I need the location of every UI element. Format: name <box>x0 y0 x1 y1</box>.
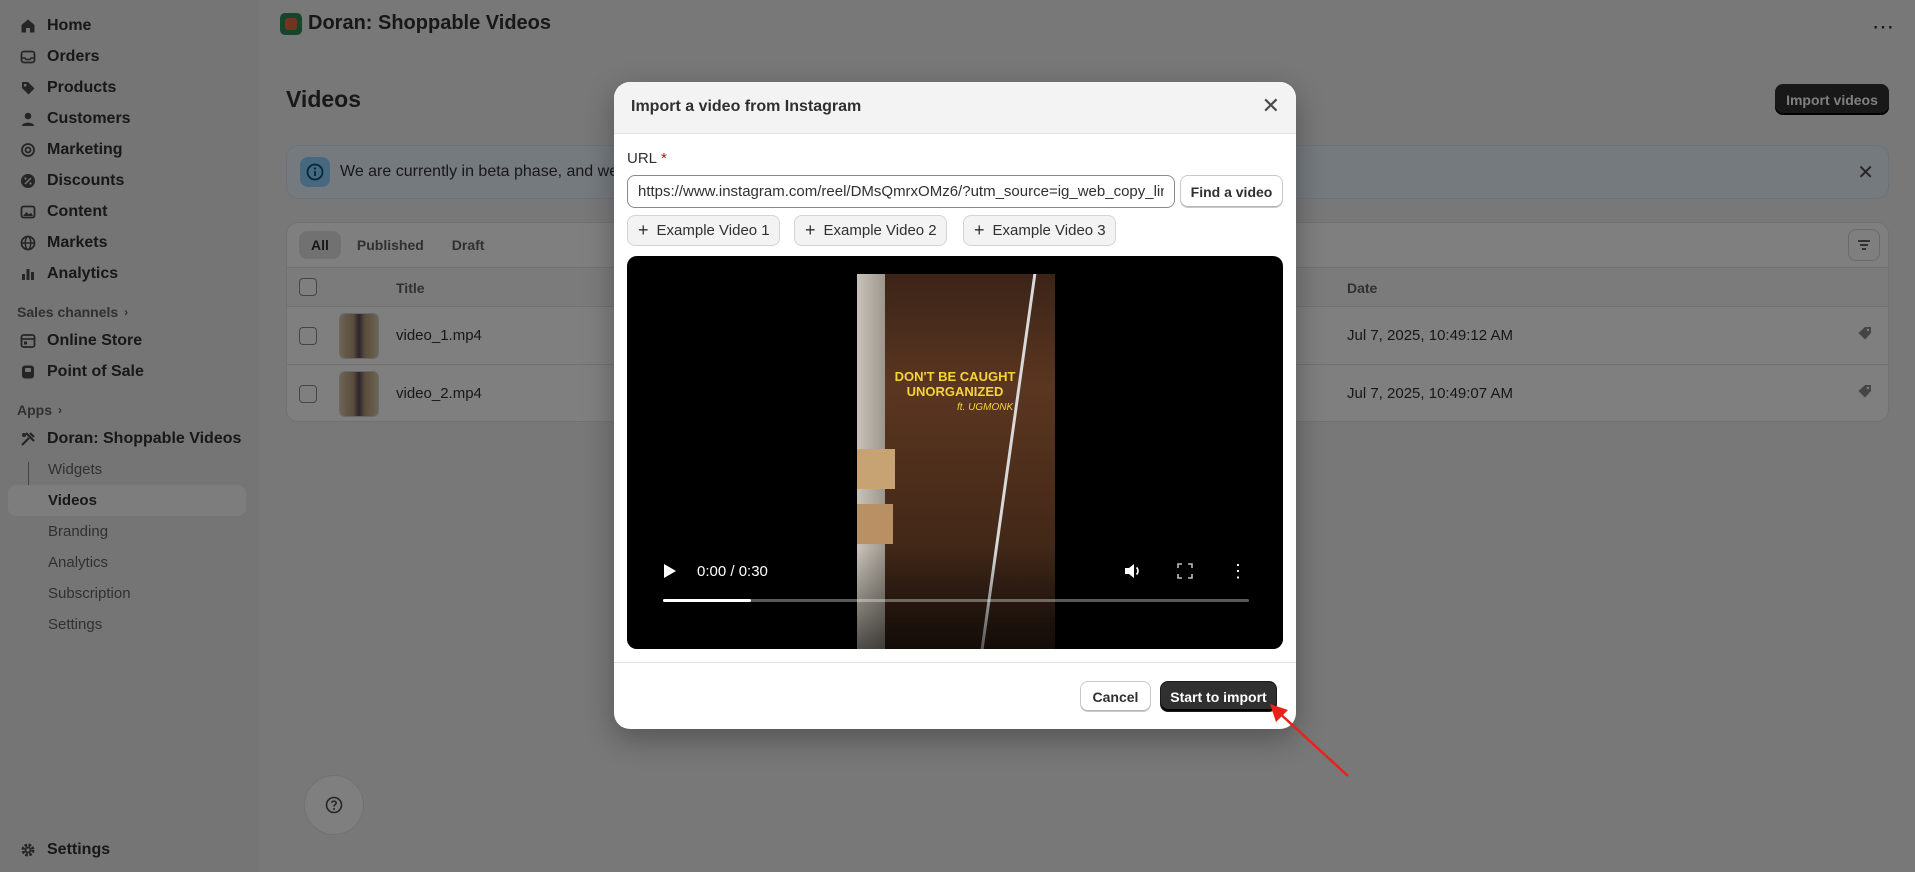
example-video-2-button[interactable]: + Example Video 2 <box>794 215 947 246</box>
video-scene-box <box>857 504 893 544</box>
required-mark: * <box>661 150 667 167</box>
annotation-arrow-icon <box>1270 704 1349 777</box>
plus-icon: + <box>805 220 816 240</box>
start-import-button[interactable]: Start to import <box>1160 681 1277 712</box>
play-icon[interactable] <box>663 563 677 584</box>
fullscreen-icon[interactable] <box>1177 563 1193 584</box>
url-input[interactable] <box>627 175 1175 208</box>
video-time: 0:00 / 0:30 <box>697 563 768 580</box>
volume-icon[interactable] <box>1124 563 1142 584</box>
video-overlay-subtext: ft. UGMONK <box>957 402 1014 413</box>
video-overlay-text: DON'T BE CAUGHT UNORGANIZED <box>894 369 1016 399</box>
close-icon[interactable]: ✕ <box>1262 95 1280 117</box>
import-instagram-modal: Import a video from Instagram ✕ URL* Fin… <box>614 82 1296 729</box>
find-video-button[interactable]: Find a video <box>1180 175 1283 208</box>
modal-header: Import a video from Instagram ✕ <box>614 82 1296 134</box>
cancel-button[interactable]: Cancel <box>1080 681 1151 712</box>
example-video-3-button[interactable]: + Example Video 3 <box>963 215 1116 246</box>
plus-icon: + <box>974 220 985 240</box>
plus-icon: + <box>638 220 649 240</box>
video-progress-fill <box>663 599 751 602</box>
video-scene-box <box>857 449 895 489</box>
video-progress-bar[interactable] <box>663 599 1249 602</box>
example-video-1-button[interactable]: + Example Video 1 <box>627 215 780 246</box>
video-player[interactable]: DON'T BE CAUGHT UNORGANIZED ft. UGMONK 0… <box>627 256 1283 649</box>
url-label: URL * <box>627 150 667 167</box>
video-menu-icon[interactable]: ⋮ <box>1229 561 1247 582</box>
modal-title: Import a video from Instagram <box>631 98 862 115</box>
